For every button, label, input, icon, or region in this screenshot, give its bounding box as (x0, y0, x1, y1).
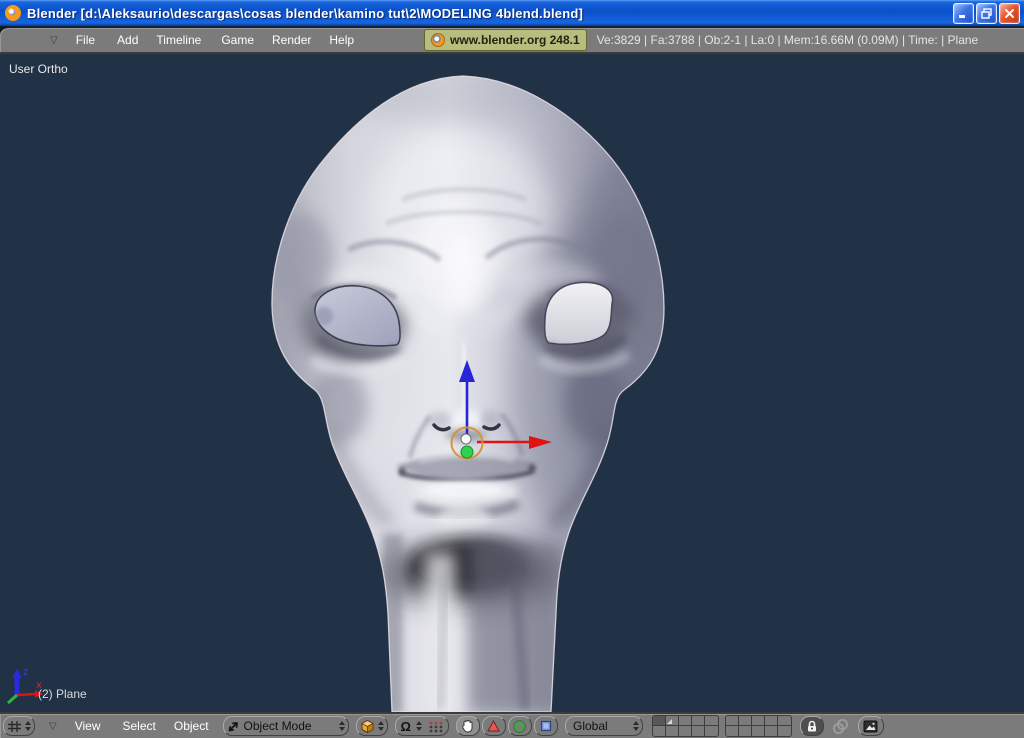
menu-timeline[interactable]: Timeline (152, 33, 205, 47)
rotate-manipulator-button[interactable] (507, 716, 532, 736)
menu-object[interactable]: Object (170, 719, 213, 733)
rings-icon (833, 718, 849, 734)
active-object-label: (2) Plane (38, 687, 87, 701)
view-mode-label: User Ortho (9, 62, 68, 76)
layer-16[interactable] (726, 726, 739, 736)
window-titlebar[interactable]: Blender [d:\Aleksaurio\descargas\cosas b… (0, 0, 1024, 26)
layer-1[interactable] (652, 716, 666, 726)
blender-app-icon (5, 5, 21, 21)
layer-8[interactable] (751, 716, 765, 726)
orientation-dropdown[interactable]: Global (564, 716, 643, 736)
close-icon (1005, 8, 1014, 18)
pivot-spinner[interactable] (415, 721, 422, 731)
layer-buttons-group-1[interactable] (651, 715, 719, 737)
editor-type-button[interactable] (3, 716, 35, 736)
scale-manipulator-button[interactable] (533, 716, 558, 736)
pivot-dropdown-icon[interactable]: Ω (399, 719, 413, 734)
layer-9[interactable] (764, 716, 778, 726)
menu-select[interactable]: Select (119, 719, 160, 733)
manipulator-y-handle[interactable] (460, 445, 474, 459)
info-header: ▽ File Add Timeline Game Render Help www… (0, 26, 1024, 54)
layer-11[interactable] (653, 726, 666, 736)
restore-icon (981, 7, 992, 19)
hand-icon (462, 719, 473, 733)
layer-2[interactable] (665, 716, 679, 726)
solid-shading-icon (360, 719, 374, 733)
draw-type-spinner[interactable] (377, 721, 384, 731)
manipulator-toggle-button[interactable] (455, 716, 480, 736)
layer-buttons-group-2[interactable] (724, 715, 792, 737)
layer-17[interactable] (739, 726, 752, 736)
mode-dropdown[interactable]: Object Mode (222, 716, 349, 736)
layer-3[interactable] (678, 716, 692, 726)
restore-button[interactable] (976, 2, 997, 24)
proportional-rings-button[interactable] (830, 718, 852, 735)
pivot-point (460, 433, 472, 445)
layer-19[interactable] (765, 726, 778, 736)
layer-20[interactable] (778, 726, 791, 736)
minimize-button[interactable] (953, 2, 974, 24)
viewport-header: ▽ View Select Object Object Mode Ω Globa… (0, 712, 1024, 738)
pivot-group: Ω (394, 716, 449, 736)
blender-logo-icon (431, 33, 446, 47)
3d-viewport[interactable]: User Ortho (2) Plane z x (0, 54, 1024, 713)
close-button[interactable] (999, 2, 1020, 24)
scene-stats: Ve:3829 | Fa:3788 | Ob:2-1 | La:0 | Mem:… (596, 33, 979, 47)
layer-13[interactable] (679, 726, 692, 736)
translate-triangle-icon (487, 720, 501, 732)
header-collapse-icon[interactable]: ▽ (44, 35, 64, 46)
layer-object-marker (666, 719, 672, 724)
header-collapse-icon-bottom[interactable]: ▽ (43, 721, 63, 732)
lock-icon (807, 720, 816, 731)
draw-type-dropdown[interactable] (355, 716, 388, 736)
render-window-button[interactable] (857, 716, 884, 736)
window-title: Blender [d:\Aleksaurio\descargas\cosas b… (27, 5, 584, 21)
menu-render[interactable]: Render (268, 33, 315, 47)
rotate-circle-icon (513, 719, 527, 733)
minimize-icon (959, 14, 965, 18)
layer-12[interactable] (666, 726, 679, 736)
layer-10[interactable] (777, 716, 791, 726)
menu-view[interactable]: View (71, 719, 105, 733)
scale-square-icon (540, 720, 552, 732)
layer-18[interactable] (752, 726, 765, 736)
editor-type-spinner[interactable] (25, 721, 31, 731)
mode-dropdown-label: Object Mode (243, 719, 312, 733)
layer-5[interactable] (704, 716, 718, 726)
menu-help[interactable]: Help (325, 33, 358, 47)
alien-head-model[interactable] (240, 60, 733, 713)
menu-add[interactable]: Add (113, 33, 142, 47)
3d-view-editor-icon (8, 720, 21, 732)
badge-label: www.blender.org 248.1 (450, 33, 580, 47)
menu-file[interactable]: File (72, 33, 99, 47)
layer-14[interactable] (692, 726, 705, 736)
layer-6[interactable] (725, 716, 739, 726)
layer-7[interactable] (738, 716, 752, 726)
translate-manipulator-button[interactable] (481, 716, 506, 736)
object-mode-icon (228, 721, 238, 731)
orientation-spinner[interactable] (632, 721, 639, 731)
axis-z-label: z (23, 667, 28, 678)
blender-window: Blender [d:\Aleksaurio\descargas\cosas b… (0, 0, 1024, 738)
mode-spinner[interactable] (338, 721, 345, 731)
scene-lock-button[interactable] (799, 716, 824, 736)
menu-game[interactable]: Game (217, 33, 258, 47)
render-image-icon (863, 720, 878, 732)
layer-4[interactable] (691, 716, 705, 726)
orientation-label: Global (572, 719, 608, 733)
blender-org-badge[interactable]: www.blender.org 248.1 (424, 29, 587, 51)
individual-centers-icon[interactable] (427, 720, 445, 733)
layer-15[interactable] (705, 726, 718, 736)
viewport-canvas: z x (7, 60, 733, 713)
